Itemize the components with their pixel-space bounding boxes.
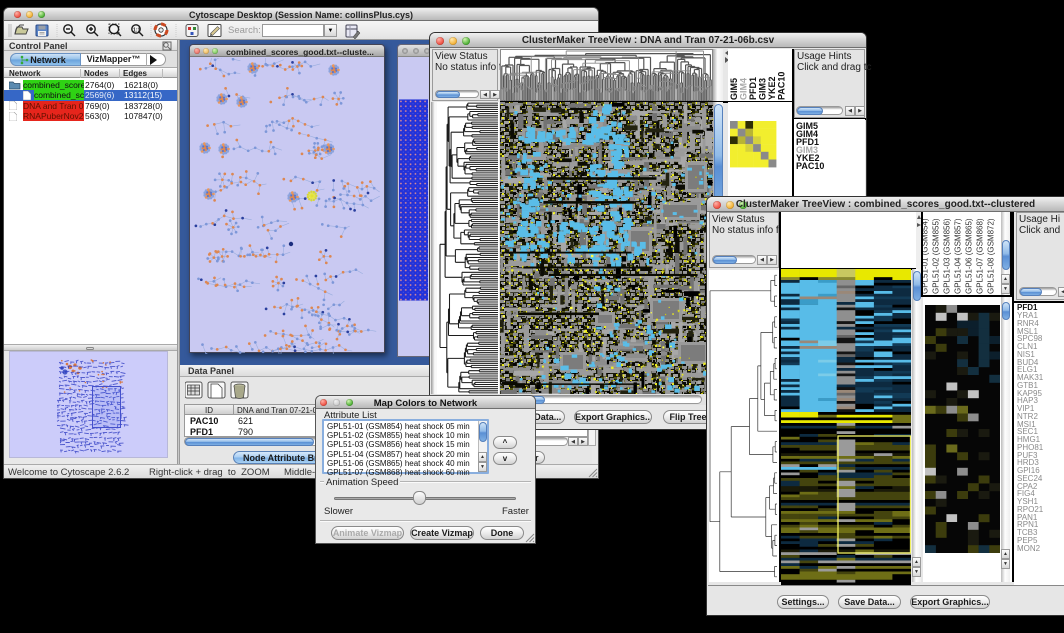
svg-text:YKE2: YKE2	[767, 76, 777, 100]
svg-text:GPL51-08 (GSM872): GPL51-08 (GSM872)	[987, 218, 996, 294]
svg-text:GPL51-06 (GSM865): GPL51-06 (GSM865)	[965, 218, 974, 294]
svg-text:GPL51-02 (GSM855): GPL51-02 (GSM855)	[932, 218, 941, 294]
svg-text:GPL51-03 (GSM856): GPL51-03 (GSM856)	[943, 218, 952, 294]
svg-text:GPL51-04 (GSM857): GPL51-04 (GSM857)	[954, 218, 963, 294]
svg-text:PAC10: PAC10	[777, 72, 787, 100]
svg-text:GPL51-07 (GSM868): GPL51-07 (GSM868)	[976, 218, 985, 294]
svg-text:GIM4: GIM4	[739, 78, 749, 100]
svg-text:GIM5: GIM5	[729, 78, 739, 100]
svg-text:1:1: 1:1	[133, 28, 140, 34]
svg-text:GIM3: GIM3	[758, 78, 768, 100]
svg-text:PFD1: PFD1	[748, 77, 758, 100]
svg-text:GPL51-01 (GSM854): GPL51-01 (GSM854)	[923, 218, 930, 294]
